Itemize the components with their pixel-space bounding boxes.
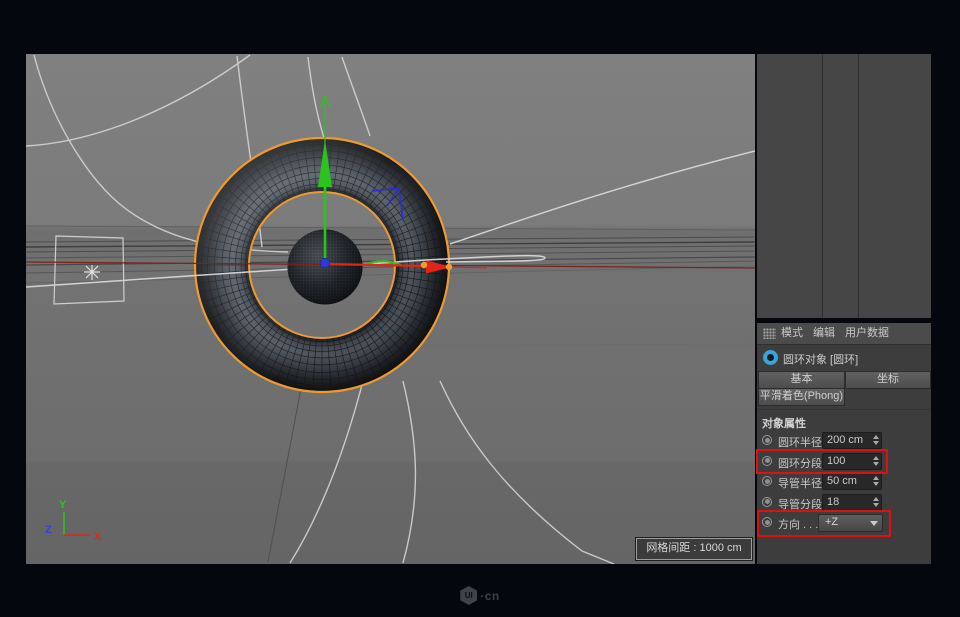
field-value: 200 cm: [827, 434, 863, 446]
property-row-pipe-radius: 导管半径 50 cm: [757, 472, 931, 491]
axis-triad-z-label: Z: [45, 524, 52, 536]
menu-mode[interactable]: 模式: [781, 327, 803, 340]
tab-basic[interactable]: 基本: [758, 371, 845, 389]
footer: UI ·cn: [0, 585, 960, 609]
viewport-scene: Y X Z: [26, 54, 755, 564]
panel-divider: [822, 54, 823, 318]
torus-pipe-handle[interactable]: [446, 264, 452, 270]
selected-object-row[interactable]: 圆环对象 [圆环]: [757, 346, 931, 370]
application-window: Y X Z 网格间距 : 1000 cm 模式 编辑 用户数据 圆环对象 [圆环…: [0, 0, 960, 617]
property-label: 导管半径: [778, 475, 822, 491]
stepper-icon[interactable]: [873, 435, 879, 445]
annotation-box-ring-segments: [756, 449, 888, 474]
section-title: 对象属性: [762, 415, 806, 431]
attribute-menubar: 模式 编辑 用户数据: [757, 323, 931, 345]
axis-triad-y-label: Y: [59, 499, 67, 511]
ring-radius-field[interactable]: 200 cm: [822, 432, 882, 449]
ui-cn-logo-text: ·cn: [480, 589, 500, 603]
menu-edit[interactable]: 编辑: [813, 327, 835, 340]
property-row-ring-radius: 圆环半径 200 cm: [757, 431, 931, 450]
menu-userdata[interactable]: 用户数据: [845, 327, 889, 340]
viewport-3d[interactable]: Y X Z 网格间距 : 1000 cm: [26, 54, 755, 564]
axis-center-handle-z[interactable]: [320, 258, 330, 268]
stepper-icon[interactable]: [873, 497, 879, 507]
key-dot-icon[interactable]: [762, 497, 772, 507]
tab-coordinates[interactable]: 坐标: [845, 371, 931, 389]
key-dot-icon[interactable]: [762, 435, 772, 445]
selected-object-label: 圆环对象 [圆环]: [783, 351, 858, 367]
torus-radius-handle[interactable]: [421, 262, 427, 268]
panel-divider: [858, 54, 859, 318]
pipe-segments-field[interactable]: 18: [822, 494, 882, 511]
field-value: 50 cm: [827, 475, 857, 487]
annotation-box-orientation: [757, 510, 891, 537]
pipe-radius-field[interactable]: 50 cm: [822, 473, 882, 490]
section-object-properties[interactable]: 对象属性: [757, 409, 931, 430]
tab-phong[interactable]: 平滑着色(Phong): [758, 388, 845, 406]
field-value: 18: [827, 496, 839, 508]
torus-object-icon: [763, 350, 778, 365]
attribute-manager: 模式 编辑 用户数据 圆环对象 [圆环] 基本 坐标 平滑着色(Phong) 对…: [757, 323, 931, 564]
stepper-icon[interactable]: [873, 476, 879, 486]
key-dot-icon[interactable]: [762, 476, 772, 486]
property-row-pipe-segments: 导管分段 18: [757, 493, 931, 512]
axis-triad-x-label: X: [94, 531, 102, 543]
manager-panel-empty: [757, 54, 931, 318]
panel-drag-handle-icon[interactable]: [763, 328, 776, 339]
ui-cn-logo-icon: UI: [460, 586, 477, 605]
grid-spacing-label: 网格间距 : 1000 cm: [636, 538, 752, 560]
property-label: 圆环半径: [778, 434, 822, 450]
